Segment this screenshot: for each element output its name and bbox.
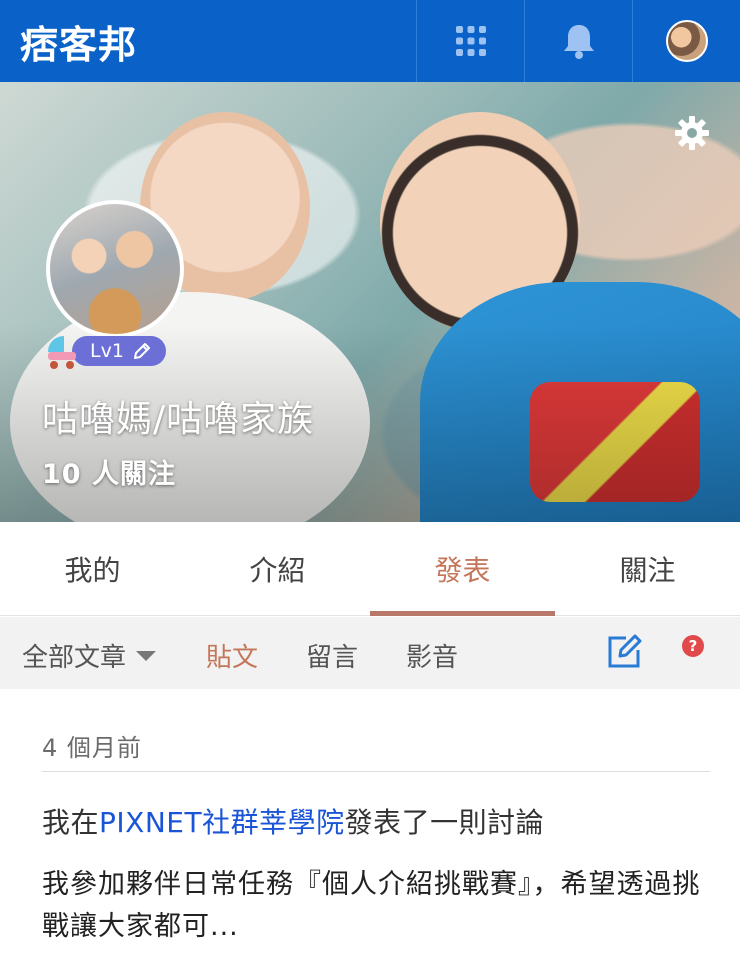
subtab-comments[interactable]: 留言 [306, 637, 358, 674]
profile-nickname: 咕嚕媽/咕嚕家族 [42, 399, 315, 440]
profile-avatar[interactable] [46, 200, 184, 338]
logo-text: 痞客邦 [20, 22, 138, 67]
apps-button[interactable] [416, 0, 524, 82]
gear-icon[interactable] [673, 114, 711, 152]
pixnet-logo[interactable]: 痞客邦 [0, 0, 416, 82]
caret-down-icon [136, 650, 157, 661]
community-link[interactable]: PIXNET社群莘學院 [99, 806, 345, 839]
headline-prefix: 我在 [42, 806, 100, 839]
pencil-icon [133, 343, 150, 359]
tab-intro[interactable]: 介紹 [185, 522, 370, 616]
feed-divider [42, 771, 710, 772]
post-filter-bar: 全部文章 貼文 留言 影音 ? [0, 617, 740, 689]
tab-posts[interactable]: 發表 [370, 522, 555, 616]
subtab-posts[interactable]: 貼文 [206, 637, 258, 674]
post-timestamp: 4 個月前 [42, 734, 142, 762]
help-icon[interactable]: ? [682, 635, 704, 657]
notifications-button[interactable] [524, 0, 632, 82]
grid-apps-icon [455, 26, 486, 56]
bell-icon [563, 25, 594, 59]
headline-suffix: 發表了一則討論 [344, 806, 545, 839]
follower-count[interactable]: 10 人關注 [42, 452, 176, 491]
post-excerpt[interactable]: 我參加夥伴日常任務『個人介紹挑戰賽』，希望透過挑戰讓大家都可... [42, 864, 712, 948]
profile-cover: Lv1 咕嚕媽/咕嚕家族 10 人關注 [0, 82, 740, 522]
stroller-icon [48, 336, 76, 369]
tab-mine[interactable]: 我的 [0, 522, 185, 616]
top-navigation-bar: 痞客邦 [0, 0, 740, 82]
activity-headline: 我在PIXNET社群莘學院發表了一則討論 [42, 801, 544, 841]
article-filter-label: 全部文章 [22, 643, 127, 673]
user-avatar [665, 20, 708, 62]
account-button[interactable] [632, 0, 740, 82]
tab-following[interactable]: 關注 [555, 522, 740, 616]
compose-icon[interactable] [606, 634, 642, 670]
level-badge[interactable]: Lv1 [72, 336, 166, 366]
level-label: Lv1 [90, 340, 124, 362]
profile-tabs: 我的 介紹 發表 關注 [0, 522, 740, 616]
subtab-videos[interactable]: 影音 [406, 637, 458, 674]
article-filter-dropdown[interactable]: 全部文章 [22, 637, 157, 674]
